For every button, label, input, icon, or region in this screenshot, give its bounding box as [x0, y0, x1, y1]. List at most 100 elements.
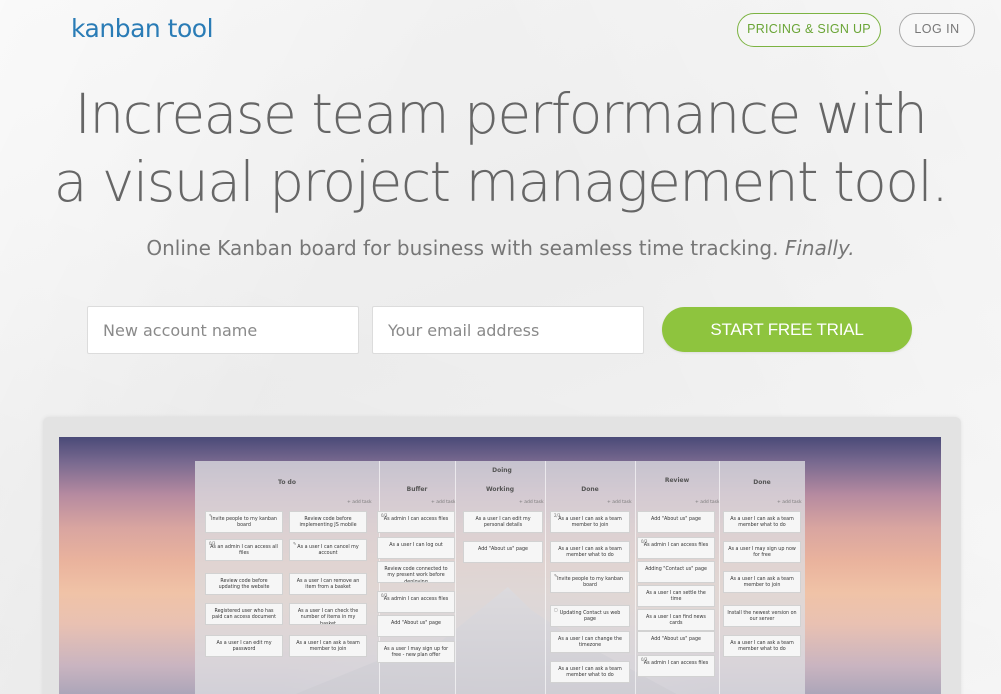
task-card[interactable]: Add "About us" page — [637, 631, 715, 653]
task-card[interactable]: Add "About us" page — [637, 511, 715, 533]
task-card-meta: ✎ — [293, 541, 297, 546]
task-card-text: As admin I can access files — [383, 517, 449, 522]
task-card-text: Review code before implementing JS mobil… — [299, 517, 357, 529]
task-card[interactable]: As a user I can find news cards — [637, 609, 715, 631]
task-card[interactable]: Add "About us" page — [377, 615, 455, 637]
task-card[interactable]: As a user I can ask a team member to joi… — [289, 635, 367, 657]
task-card[interactable]: As a user I may sign up for free - new p… — [377, 641, 455, 663]
add-task-working[interactable]: + add task — [519, 500, 544, 505]
task-card-text: Updating Contact us web page — [559, 611, 621, 623]
task-card-text: Install the newest version on our server — [727, 611, 797, 623]
task-card-meta: ▢ — [554, 607, 558, 612]
task-card-text: As a user I can edit my personal details — [475, 517, 531, 529]
task-card-text: Add "About us" page — [478, 547, 528, 552]
task-card[interactable]: Install the newest version on our server — [723, 605, 801, 627]
column-header-doing: Doing — [492, 467, 512, 474]
task-card-text: As a user I can ask a team member to joi… — [558, 517, 622, 529]
task-card[interactable]: As a user I can ask a team member what t… — [723, 511, 801, 533]
headline-line-2: a visual project management tool. — [53, 150, 949, 214]
task-card[interactable]: As a user I can ask a team member what t… — [550, 541, 630, 563]
task-card-text: As a user I may sign up for free - new p… — [383, 647, 449, 659]
task-card-text: Add "About us" page — [651, 637, 701, 642]
task-card[interactable]: 0/3 As admin I can access files — [377, 511, 455, 533]
task-card[interactable]: 2/3 As a user I can ask a team member to … — [550, 511, 630, 533]
task-card[interactable]: Review code before implementing JS mobil… — [289, 511, 367, 533]
headline-line-1: Increase team performance with — [74, 82, 928, 146]
task-card[interactable]: 0/3 As admin I can access files — [637, 655, 715, 677]
task-card-text: As a user I can check the number of item… — [297, 609, 359, 625]
task-card[interactable]: As a user I can edit my password — [205, 635, 283, 657]
task-card[interactable]: Review code connected to my present work… — [377, 561, 455, 583]
add-task-review[interactable]: + add task — [695, 500, 720, 505]
column-divider — [635, 461, 636, 694]
task-card-text: Invite people to my kanban board — [557, 577, 623, 589]
kanban-board-preview: To do Doing Buffer Working Done Review D… — [195, 461, 805, 694]
task-card[interactable]: ✎ Invite people to my kanban board — [205, 511, 283, 533]
start-free-trial-button[interactable]: START FREE TRIAL — [662, 307, 912, 352]
task-card-text: As admin I can access files — [643, 661, 709, 666]
task-card-meta: 2/3 — [554, 513, 561, 518]
login-button[interactable]: LOG IN — [899, 13, 975, 47]
account-name-input[interactable] — [87, 306, 359, 354]
task-card[interactable]: As a user I can change the timezone — [550, 631, 630, 653]
column-header-done: Done — [753, 479, 771, 486]
task-card-text: As admin I can access files — [643, 543, 709, 548]
board-preview-screen: To do Doing Buffer Working Done Review D… — [59, 437, 941, 694]
column-divider — [455, 461, 456, 694]
task-card-text: As a user I can find news cards — [646, 615, 706, 627]
hero-subline: Online Kanban board for business with se… — [0, 236, 1001, 260]
task-card[interactable]: 0/3 As an admin I can access all files — [205, 539, 283, 561]
task-card-text: Review code connected to my present work… — [384, 567, 448, 583]
task-card[interactable]: As a user I can ask a team member what t… — [550, 661, 630, 683]
task-card[interactable]: As a user I can settle the time — [637, 585, 715, 607]
column-divider — [719, 461, 720, 694]
task-card[interactable]: As a user I can check the number of item… — [289, 603, 367, 625]
task-card-text: Add "About us" page — [391, 621, 441, 626]
task-card-text: Invite people to my kanban board — [211, 517, 277, 529]
task-card[interactable]: As a user I may sign up now for free — [723, 541, 801, 563]
subline-text: Online Kanban board for business with se… — [146, 236, 779, 260]
task-card[interactable]: ▢ Updating Contact us web page — [550, 605, 630, 627]
task-card-text: Adding "Contact us" page — [645, 567, 707, 572]
column-header-review: Review — [664, 477, 690, 484]
task-card[interactable]: 0/3 As admin I can access files — [377, 591, 455, 613]
task-card-text: As a user I can change the timezone — [558, 637, 622, 649]
task-card[interactable]: As a user I can log out — [377, 537, 455, 559]
task-card-text: As a user I can ask a team member what t… — [730, 517, 794, 529]
add-task-todo[interactable]: + add task — [347, 500, 372, 505]
task-card-text: Registered user who has paid can access … — [212, 609, 276, 621]
task-card-text: Review code before updating the website — [218, 579, 270, 591]
task-card[interactable]: As a user I can ask a team member what t… — [723, 635, 801, 657]
task-card[interactable]: Registered user who has paid can access … — [205, 603, 283, 625]
task-card[interactable]: ✎ Invite people to my kanban board — [550, 571, 630, 593]
task-card[interactable]: As a user I can ask a team member to joi… — [723, 571, 801, 593]
task-card-text: As a user I can ask a team member to joi… — [730, 577, 794, 589]
pricing-signup-button[interactable]: PRICING & SIGN UP — [737, 13, 881, 47]
add-task-done-mid[interactable]: + add task — [607, 500, 632, 505]
task-card-meta: ✎ — [554, 573, 558, 578]
task-card-meta: 0/3 — [381, 593, 388, 598]
task-card[interactable]: Add "About us" page — [463, 541, 543, 563]
hero-headline: Increase team performance with a visual … — [0, 80, 1001, 216]
add-task-buffer[interactable]: + add task — [431, 500, 456, 505]
kanban-tool-logo[interactable]: kanban tool — [71, 14, 214, 43]
task-card[interactable]: ✎ As a user I can cancel my account — [289, 539, 367, 561]
task-card[interactable]: As a user I can edit my personal details — [463, 511, 543, 533]
task-card-text: As admin I can access files — [383, 597, 449, 602]
email-input[interactable] — [372, 306, 644, 354]
task-card[interactable]: Adding "Contact us" page — [637, 561, 715, 583]
column-header-working: Working — [485, 486, 515, 493]
task-card-meta: ✎ — [209, 513, 213, 518]
task-card-text: As a user I can settle the time — [646, 591, 706, 603]
task-card-meta: 0/3 — [641, 539, 648, 544]
task-card-text: As a user I can edit my password — [216, 641, 272, 653]
task-card-text: As an admin I can access all files — [210, 545, 278, 557]
column-header-buffer: Buffer — [406, 486, 428, 493]
task-card[interactable]: Review code before updating the website — [205, 573, 283, 595]
task-card[interactable]: As a user I can remove an item from a ba… — [289, 573, 367, 595]
task-card-text: As a user I can log out — [389, 543, 443, 548]
task-card-meta: 0/3 — [209, 541, 216, 546]
task-card-text: As a user I can remove an item from a ba… — [296, 579, 360, 591]
add-task-done[interactable]: + add task — [777, 500, 802, 505]
task-card[interactable]: 0/3 As admin I can access files — [637, 537, 715, 559]
